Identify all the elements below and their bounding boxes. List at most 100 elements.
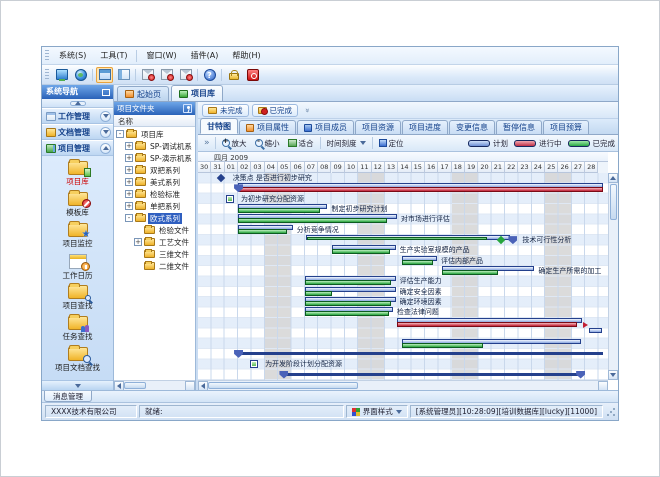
gantt-row[interactable]: 制定初步研究计划 [198,204,608,214]
tree-column-header[interactable]: 名称 [114,115,195,127]
panel-window-button[interactable] [96,67,113,83]
interface-style-button[interactable]: 界面样式 [346,405,408,418]
tree-item[interactable]: +美式系列 [114,176,195,188]
view-tab-change-info[interactable]: 变更信息 [449,120,495,134]
sidebar-item-project-doc-search[interactable]: 项目文档查找 [42,345,113,376]
view-tab-project-budget[interactable]: 项目预算 [543,120,589,134]
sidebar-item-task-search[interactable]: 任务查找 [42,314,113,345]
section-toggle-button[interactable] [100,111,111,122]
menu-item-help[interactable]: 帮助(H) [225,48,267,63]
expand-icon[interactable]: + [125,142,133,150]
gantt-row[interactable] [198,370,608,380]
gantt-row[interactable] [198,183,608,193]
tree-item[interactable]: +工艺文件 [114,236,195,248]
menu-item-tools[interactable]: 工具(T) [93,48,134,63]
collapse-icon[interactable]: - [116,130,124,138]
view-tab-pause-info[interactable]: 暂停信息 [496,120,542,134]
view-tab-project-properties[interactable]: 项目属性 [239,120,296,134]
tree-horizontal-scrollbar[interactable] [114,380,195,390]
time-scale-button[interactable]: 时间刻度 [323,137,370,150]
toolbar-grip[interactable] [45,69,49,81]
nav-bottom-strip[interactable] [42,380,113,390]
lock-button[interactable] [225,67,242,83]
view-tab-gantt[interactable]: 甘特图 [200,118,238,134]
menu-item-plugins[interactable]: 插件(A) [184,48,226,63]
doc-tab-start-page[interactable]: 起始页 [117,86,169,101]
mail-send-button[interactable] [177,67,194,83]
gantt-row[interactable]: 评估内部产品 [198,256,608,266]
gantt-horizontal-scrollbar[interactable] [198,380,608,390]
doc-tab-project-library[interactable]: 项目库 [171,85,223,101]
menu-item-window[interactable]: 窗口(W) [139,48,183,63]
web-button[interactable] [72,67,89,83]
nav-section-document-management[interactable]: 文档管理 [42,124,113,140]
gantt-row[interactable] [198,349,608,359]
mail-new-button[interactable] [139,67,156,83]
gantt-row[interactable]: 确定安全因素 [198,287,608,297]
filter-button-finished[interactable]: 已完成 [252,104,299,117]
tree-item[interactable]: +检验标准 [114,188,195,200]
gantt-row[interactable]: 决策点 是否进行初步研究 [198,173,608,183]
gantt-body[interactable]: 决策点 是否进行初步研究为初步研究分配资源制定初步研究计划对市场进行评估分析竞争… [198,173,608,380]
tree-item[interactable]: +单把系列 [114,200,195,212]
view-tab-project-resources[interactable]: 项目资源 [355,120,401,134]
tree-item[interactable]: 三维文件 [114,248,195,260]
gantt-row[interactable]: 评估生产能力 [198,276,608,286]
gantt-row[interactable] [198,339,608,349]
gantt-row[interactable] [198,318,608,328]
nav-options-icon[interactable] [102,89,110,96]
message-management-tab[interactable]: 消息管理 [44,391,92,402]
gantt-row[interactable]: 对市场进行评估 [198,214,608,224]
filter-overflow-chevron[interactable]: » [303,108,312,113]
zoom-in-button[interactable]: +放大 [218,137,251,150]
zoom-out-button[interactable]: -缩小 [251,137,284,150]
gantt-row[interactable]: 技术可行性分析 [198,235,608,245]
tree-item[interactable]: +双把系列 [114,164,195,176]
sidebar-item-project-monitor[interactable]: ★项目监控 [42,221,113,252]
menubar-grip[interactable] [45,50,49,62]
help-button[interactable] [201,67,218,83]
view-tab-project-progress[interactable]: 项目进度 [402,120,448,134]
filter-button-unfinished[interactable]: 未完成 [202,104,249,117]
gantt-row[interactable]: 为初步研究分配资源 [198,194,608,204]
sidebar-item-work-calendar[interactable]: 工作日历 [42,252,113,283]
tree-item[interactable]: 检验文件 [114,224,195,236]
gantt-row[interactable]: 确定生产所需的加工 [198,266,608,276]
expand-icon[interactable]: + [125,154,133,162]
gantt-vertical-scrollbar[interactable] [608,173,618,380]
gantt-row[interactable]: 生产实验室规模的产品 [198,245,608,255]
section-toggle-button[interactable] [100,127,111,138]
gantt-row[interactable]: 分析竞争情况 [198,225,608,235]
resize-grip[interactable] [606,407,616,417]
toolbar-overflow-chevron[interactable]: » [204,138,210,148]
layout-window-button[interactable] [115,67,132,83]
nav-section-work-management[interactable]: 工作管理 [42,108,113,124]
computer-button[interactable] [53,67,70,83]
tree-item[interactable]: +SP-调试机系 [114,140,195,152]
mail-receive-button[interactable] [158,67,175,83]
nav-section-project-management[interactable]: 项目管理 [42,140,113,156]
collapse-icon[interactable]: - [125,214,133,222]
tree-item[interactable]: 二维文件 [114,260,195,272]
sidebar-item-project-library[interactable]: 项目库 [42,159,113,190]
pin-icon[interactable] [183,104,192,113]
expand-icon[interactable]: + [125,178,133,186]
tree-item[interactable]: +SP-演示机系 [114,152,195,164]
expand-icon[interactable]: + [134,238,142,246]
expand-icon[interactable]: + [125,190,133,198]
sidebar-item-project-search[interactable]: 项目查找 [42,283,113,314]
expand-icon[interactable]: + [125,166,133,174]
exit-button[interactable] [244,67,261,83]
gantt-row[interactable]: 确定环境因素 [198,297,608,307]
section-toggle-button[interactable] [100,143,111,154]
view-tab-project-members[interactable]: 项目成员 [297,120,354,134]
gantt-row[interactable]: 为开发阶段计划分配资源 [198,359,608,369]
gantt-row[interactable] [198,328,608,338]
expand-icon[interactable]: + [125,202,133,210]
tree-item[interactable]: -欧式系列 [114,212,195,224]
locate-button[interactable]: 定位 [375,137,408,150]
fit-button[interactable]: 适合 [284,137,318,150]
gantt-row[interactable]: 检查法律问题 [198,307,608,317]
nav-collapse-strip[interactable] [42,99,113,108]
tree-item[interactable]: -项目库 [114,128,195,140]
